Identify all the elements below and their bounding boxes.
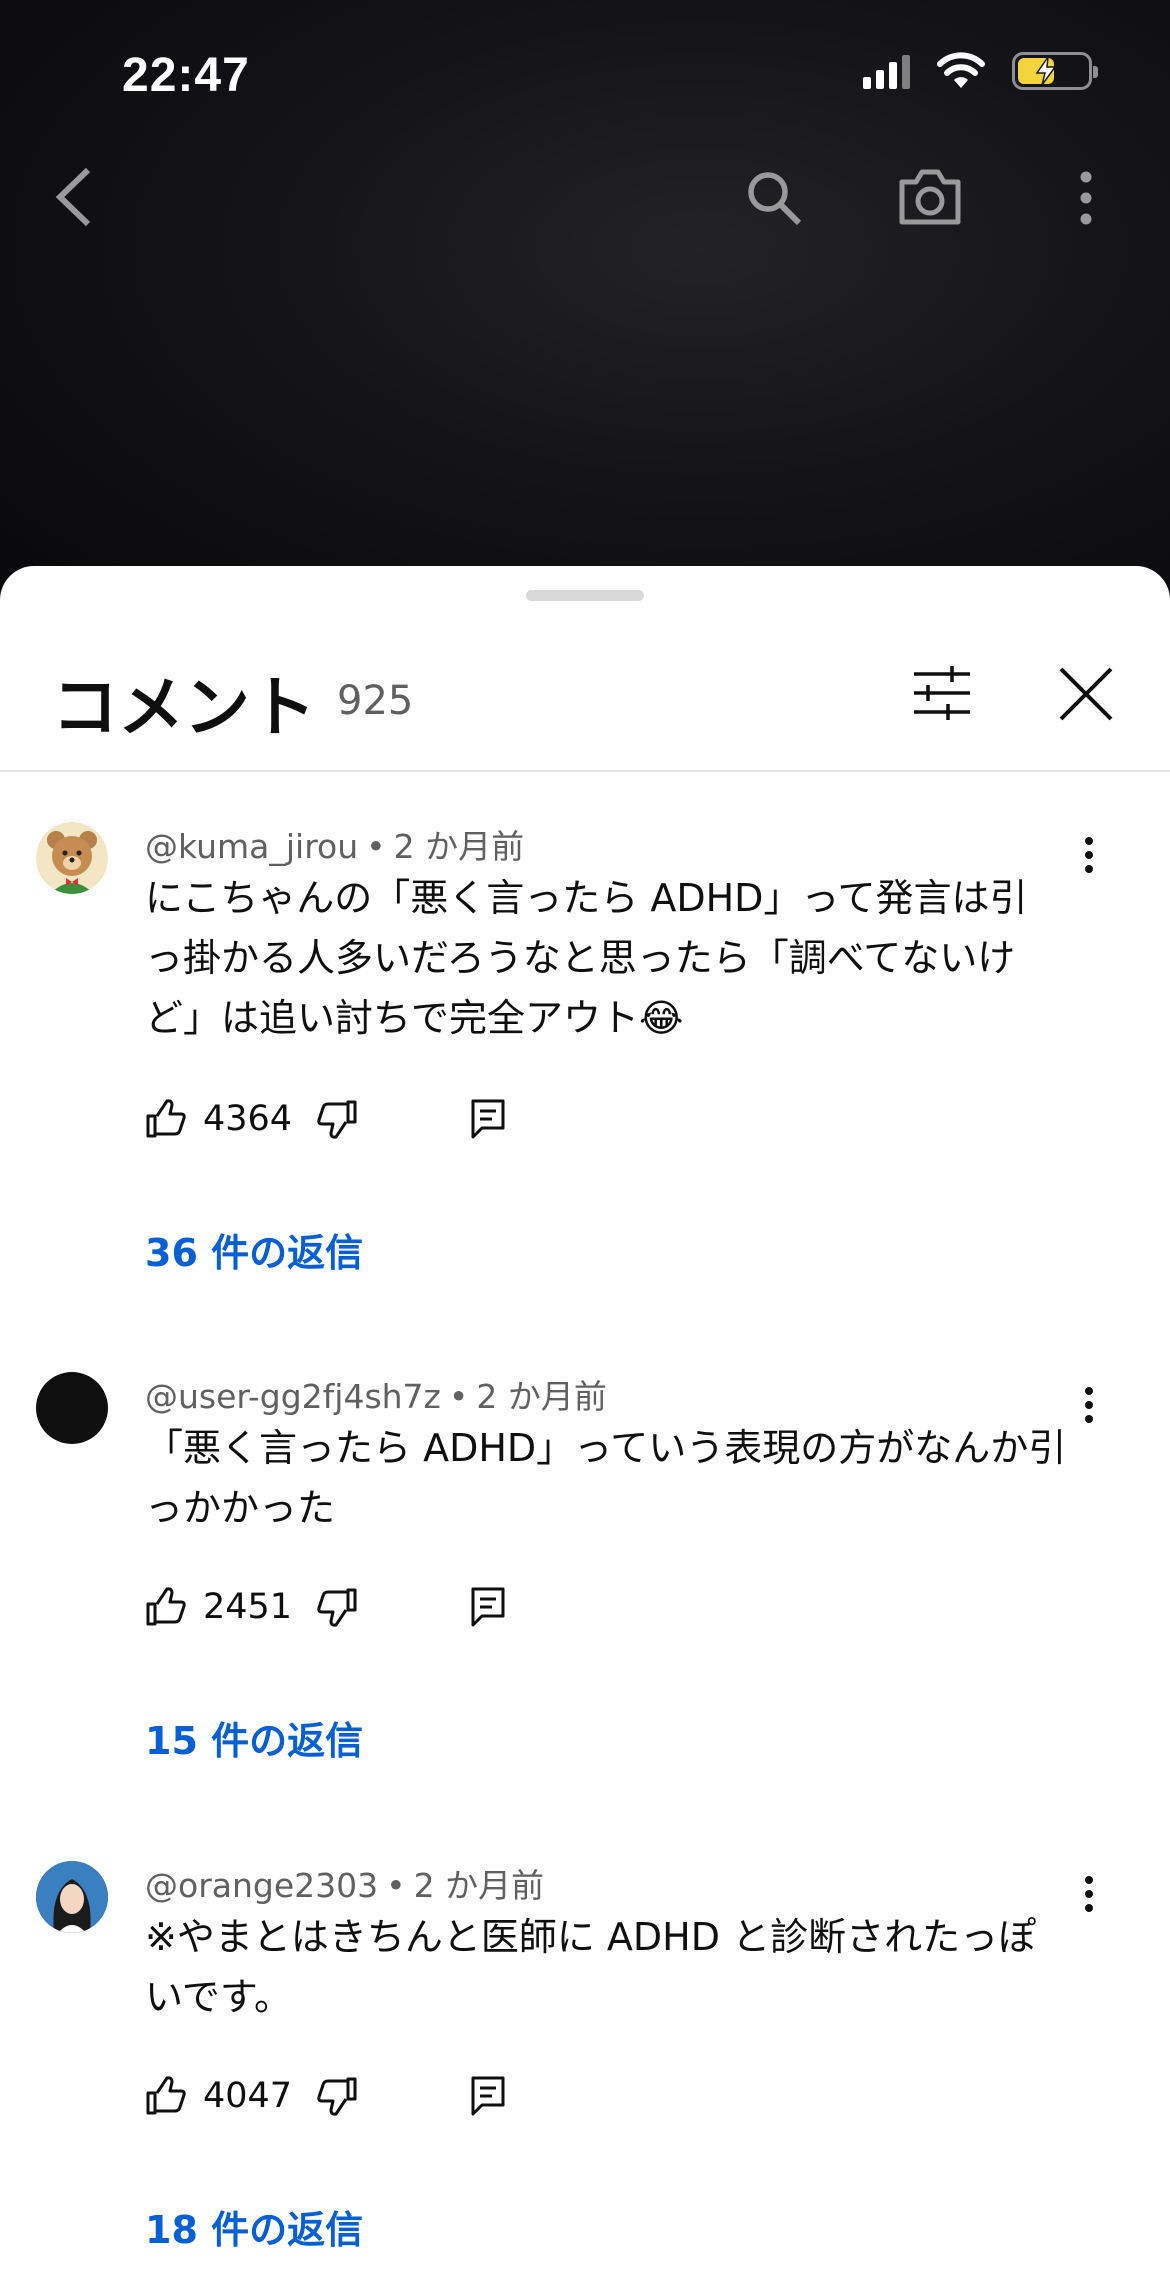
comment-more-icon[interactable] (1082, 836, 1096, 874)
comment-actions: 4047 (145, 2075, 506, 2117)
more-options-icon[interactable] (1076, 170, 1096, 226)
view-replies-link[interactable]: 18 件の返信 (145, 2199, 363, 2254)
thumbs-up-icon[interactable] (145, 2075, 187, 2117)
status-time: 22:47 (122, 49, 250, 102)
comments-header: コメント 925 (0, 566, 1170, 772)
like-count: 2451 (203, 1587, 293, 1627)
thumbs-down-icon[interactable] (316, 1586, 358, 1628)
filter-icon[interactable] (912, 666, 972, 720)
comment-meta: @user-gg2fj4sh7z • 2 か月前 (145, 1377, 607, 1416)
thumbs-up-icon[interactable] (145, 1098, 187, 1140)
comment-author[interactable]: @kuma_jirou (145, 827, 358, 866)
comment-more-icon[interactable] (1082, 1875, 1096, 1913)
comment-author[interactable]: @user-gg2fj4sh7z (145, 1377, 441, 1416)
close-icon[interactable] (1058, 666, 1114, 722)
search-icon[interactable] (744, 168, 804, 228)
comment-time: 2 か月前 (413, 1866, 545, 1905)
comment-line: ※やまとはきちんと医師に ADHD と診断されたっぽ (145, 1915, 1037, 1959)
comment-time: 2 か月前 (476, 1377, 607, 1416)
comment-text: 「悪く言ったら ADHD」っていう表現の方がなんか引 っかかった (145, 1418, 1075, 1538)
cellular-signal-icon (863, 53, 910, 89)
view-replies-link[interactable]: 36 件の返信 (145, 1222, 363, 1277)
reply-icon[interactable] (470, 2075, 506, 2117)
comment-line: 「悪く言ったら ADHD」っていう表現の方がなんか引 (145, 1426, 1067, 1470)
comment-line: にこちゃんの「悪く言ったら ADHD」って発言は引 (145, 876, 1028, 920)
avatar[interactable] (36, 1861, 108, 1933)
comment-author[interactable]: @orange2303 (145, 1866, 378, 1905)
comment-meta: @orange2303 • 2 か月前 (145, 1866, 545, 1905)
comment-line: っかかった (145, 1486, 336, 1530)
like-count: 4364 (203, 1099, 293, 1139)
comment-more-icon[interactable] (1082, 1386, 1096, 1424)
comment-time: 2 か月前 (393, 827, 525, 866)
comment-count: 925 (337, 678, 414, 724)
wifi-icon (937, 52, 985, 88)
comment-text: にこちゃんの「悪く言ったら ADHD」って発言は引 っ掛かる人多いだろうなと思っ… (145, 868, 1075, 1048)
reply-icon[interactable] (470, 1586, 506, 1628)
like-count: 4047 (203, 2076, 293, 2116)
comment-line: いです。 (145, 1975, 293, 2019)
comment-actions: 2451 (145, 1586, 506, 1628)
comment-meta: @kuma_jirou • 2 か月前 (145, 827, 525, 866)
battery-icon (1012, 52, 1098, 90)
comment-actions: 4364 (145, 1098, 506, 1140)
thumbs-down-icon[interactable] (316, 1098, 358, 1140)
avatar[interactable] (36, 822, 108, 894)
sheet-title: コメント (52, 669, 316, 746)
avatar[interactable] (36, 1372, 108, 1444)
camera-icon[interactable] (896, 166, 964, 228)
comment-line: ど」は追い討ちで完全アウト😂 (145, 996, 684, 1040)
comment-line: っ掛かる人多いだろうなと思ったら「調べてないけ (145, 936, 1016, 980)
reply-icon[interactable] (470, 1098, 506, 1140)
comments-sheet: コメント 925 @kuma_jirou • 2 か月前 にこちゃんの「悪く言っ… (0, 566, 1170, 2286)
thumbs-down-icon[interactable] (316, 2075, 358, 2117)
comment-text: ※やまとはきちんと医師に ADHD と診断されたっぽ いです。 (145, 1907, 1075, 2027)
status-icons (863, 52, 1098, 90)
back-icon[interactable] (50, 166, 96, 228)
thumbs-up-icon[interactable] (145, 1586, 187, 1628)
view-replies-link[interactable]: 15 件の返信 (145, 1710, 363, 1765)
